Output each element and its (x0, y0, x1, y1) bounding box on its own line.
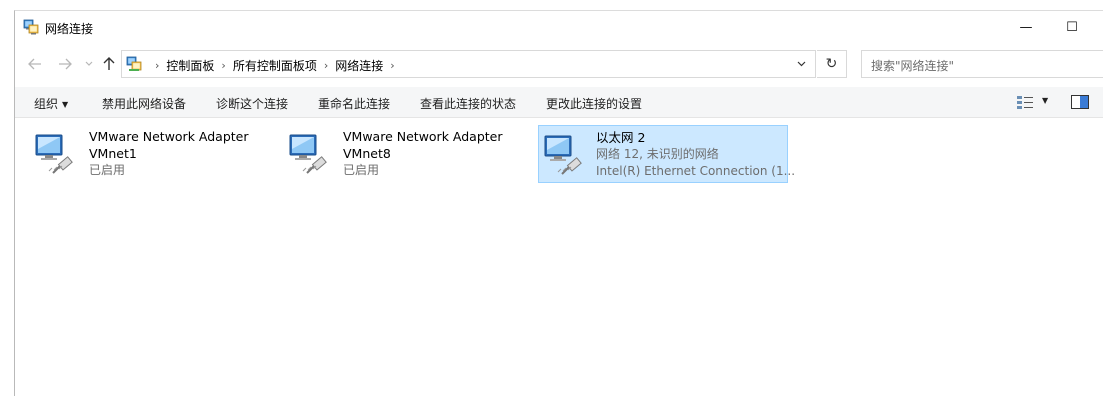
control-panel-icon (126, 56, 142, 71)
command-bar: 组织 ▼ 禁用此网络设备 诊断这个连接 重命名此连接 查看此连接的状态 更改此连接… (15, 87, 1103, 118)
disable-device-button[interactable]: 禁用此网络设备 (102, 95, 186, 112)
arrow-left-icon (28, 58, 41, 70)
preview-pane-icon[interactable] (1071, 95, 1089, 109)
connection-network: 网络 12, 未识别的网络 (596, 147, 719, 161)
explorer-window: 网络连接 — ☐ › 控制面板 › 所有控制面板项 › 网络连接 › ↻ 搜索"… (14, 10, 1103, 396)
minimize-button[interactable]: — (1003, 11, 1049, 43)
breadcrumb-item-all-items[interactable]: 所有控制面板项 (233, 57, 317, 74)
breadcrumb: › 控制面板 › 所有控制面板项 › 网络连接 › (148, 57, 402, 74)
view-options-caret-icon[interactable]: ▼ (1042, 96, 1048, 105)
chevron-down-icon (85, 61, 93, 66)
organize-label: 组织 (34, 97, 59, 111)
caret-down-icon: ▼ (62, 100, 69, 109)
diagnose-connection-button[interactable]: 诊断这个连接 (216, 95, 288, 112)
connection-text: VMware Network Adapter VMnet8 已启用 (343, 128, 503, 179)
maximize-button[interactable]: ☐ (1049, 11, 1095, 43)
minimize-icon: — (1019, 19, 1033, 35)
arrow-up-icon (103, 57, 115, 70)
network-connections-icon (23, 19, 39, 35)
breadcrumb-item-control-panel[interactable]: 控制面板 (166, 57, 214, 74)
connection-text: VMware Network Adapter VMnet1 已启用 (89, 128, 249, 179)
chevron-down-icon (797, 61, 805, 67)
connection-device: VMnet1 (89, 146, 137, 161)
chevron-right-icon[interactable]: › (324, 59, 328, 72)
navigation-row: › 控制面板 › 所有控制面板项 › 网络连接 › ↻ 搜索"网络连接" (15, 49, 1103, 79)
maximize-icon: ☐ (1066, 19, 1078, 35)
network-adapter-icon (544, 135, 582, 175)
connection-status: 已启用 (89, 163, 126, 177)
recent-locations-button[interactable] (79, 53, 99, 75)
rename-connection-button[interactable]: 重命名此连接 (318, 95, 390, 112)
change-view-icon[interactable] (1016, 94, 1034, 110)
arrow-right-icon (59, 58, 72, 70)
connection-name: VMware Network Adapter (89, 129, 249, 144)
connection-name: VMware Network Adapter (343, 129, 503, 144)
chevron-right-icon[interactable]: › (155, 59, 159, 72)
refresh-icon: ↻ (825, 56, 838, 72)
connection-name: 以太网 2 (596, 130, 646, 145)
network-adapter-icon (289, 134, 327, 174)
address-bar[interactable]: › 控制面板 › 所有控制面板项 › 网络连接 › (121, 50, 816, 78)
window-title: 网络连接 (45, 22, 94, 36)
connection-item-vmnet8[interactable]: VMware Network Adapter VMnet8 已启用 (271, 125, 521, 183)
connection-item-vmnet1[interactable]: VMware Network Adapter VMnet1 已启用 (17, 125, 267, 183)
up-button[interactable] (99, 53, 119, 75)
chevron-right-icon[interactable]: › (221, 59, 225, 72)
view-status-button[interactable]: 查看此连接的状态 (420, 95, 516, 112)
address-history-button[interactable] (787, 51, 815, 77)
connection-device: Intel(R) Ethernet Connection (1... (596, 164, 796, 178)
organize-menu-button[interactable]: 组织 ▼ (34, 95, 68, 112)
search-placeholder: 搜索"网络连接" (871, 59, 955, 73)
chevron-right-icon[interactable]: › (390, 59, 394, 72)
forward-button[interactable] (55, 53, 75, 75)
connections-list: VMware Network Adapter VMnet1 已启用 VMware… (15, 119, 1103, 396)
connection-item-ethernet-2[interactable]: 以太网 2 网络 12, 未识别的网络 Intel(R) Ethernet Co… (538, 125, 795, 183)
network-adapter-icon (35, 134, 73, 174)
connection-text: 以太网 2 网络 12, 未识别的网络 Intel(R) Ethernet Co… (596, 129, 795, 180)
breadcrumb-item-network-connections[interactable]: 网络连接 (335, 57, 383, 74)
title-bar: 网络连接 — ☐ (15, 11, 1103, 43)
connection-status: 已启用 (343, 163, 380, 177)
change-settings-button[interactable]: 更改此连接的设置 (546, 95, 642, 112)
refresh-button[interactable]: ↻ (817, 50, 847, 78)
search-input[interactable]: 搜索"网络连接" (861, 50, 1103, 78)
back-button[interactable] (25, 53, 45, 75)
connection-device: VMnet8 (343, 146, 391, 161)
